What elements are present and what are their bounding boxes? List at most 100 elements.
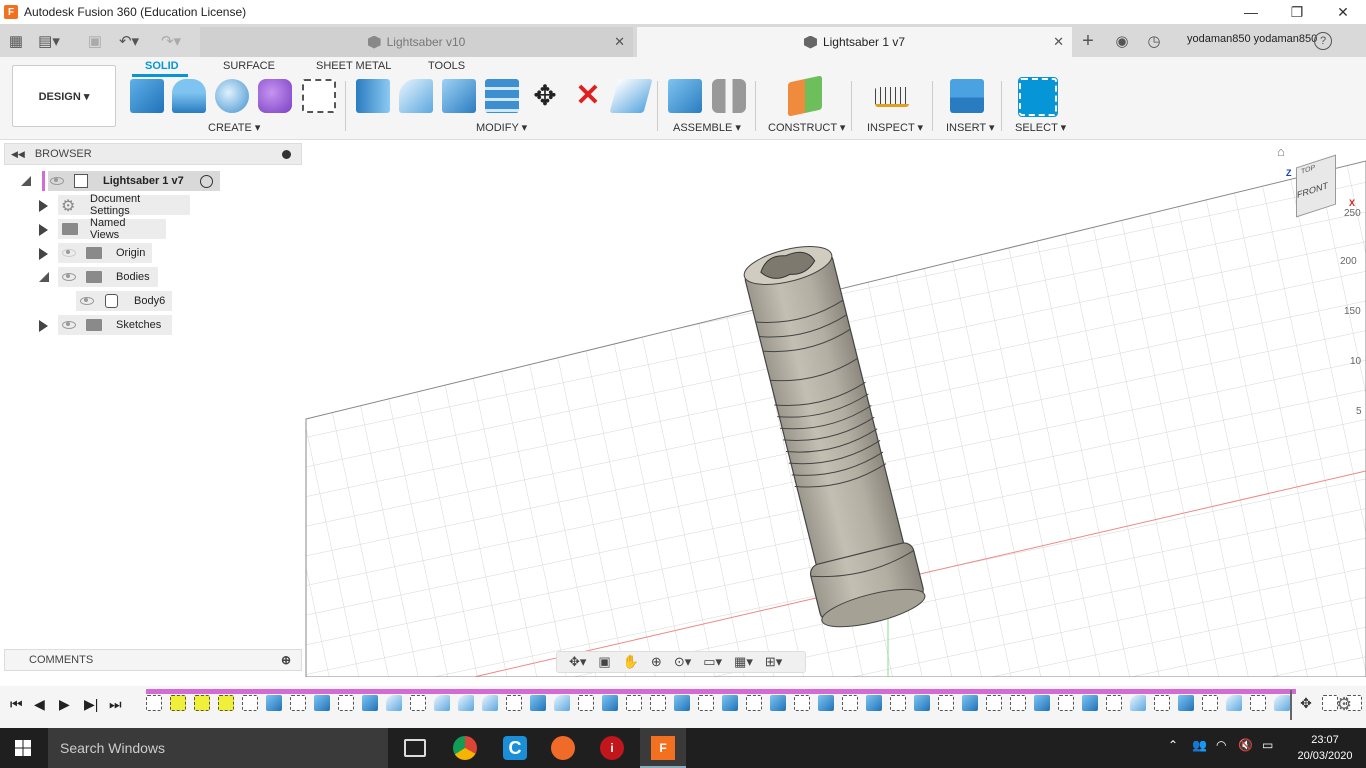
select-icon[interactable] [1018,77,1058,117]
timeline-sketch-icon[interactable] [746,695,762,711]
move-copy-icon[interactable]: ✥ [528,79,562,113]
timeline-sketch-icon[interactable] [890,695,906,711]
new-component-icon[interactable] [668,79,702,113]
create-menu[interactable]: CREATE ▾ [208,121,260,134]
tree-item-origin[interactable]: Origin [0,242,304,264]
timeline-move-icon[interactable]: ✥ [1298,695,1314,711]
timeline-fillet-icon[interactable] [554,695,570,711]
expand-triangle-icon[interactable] [39,320,49,332]
extrude-icon[interactable] [130,79,164,113]
display-settings-icon[interactable]: ▭▾ [703,654,722,670]
create-sketch-icon[interactable] [302,79,336,113]
timeline-extrude-icon[interactable] [266,695,282,711]
go-to-start-icon[interactable]: ⏮ [10,696,23,713]
timeline-fillet-icon[interactable] [434,695,450,711]
show-hidden-icons-icon[interactable]: ⌃ [1168,738,1178,752]
construct-menu[interactable]: CONSTRUCT ▾ [768,121,845,134]
taskbar-search[interactable]: Search Windows [48,728,388,768]
timeline-extrude-icon[interactable] [1034,695,1050,711]
tree-item-named-views[interactable]: Named Views [0,217,304,241]
timeline-fillet-icon[interactable] [1130,695,1146,711]
visibility-eye-icon[interactable] [62,273,76,281]
timeline-extrude-icon[interactable] [674,695,690,711]
select-menu[interactable]: SELECT ▾ [1015,121,1066,134]
close-button[interactable]: ✕ [1320,0,1366,24]
file-menu-icon[interactable]: ▤▾ [38,30,60,52]
timeline-sketch-icon[interactable] [410,695,426,711]
visibility-eye-icon[interactable] [62,321,76,329]
timeline-sketch-icon[interactable] [242,695,258,711]
taskbar-clock[interactable]: 23:07 20/03/2020 [1290,732,1360,764]
fusion-taskbar-button[interactable]: F [640,728,686,768]
timeline-sketch-icon[interactable] [938,695,954,711]
tab-lightsaber-v10[interactable]: Lightsaber v10 ✕ [200,27,633,57]
press-pull-icon[interactable] [356,79,390,113]
form-icon[interactable] [258,79,292,113]
timeline-extrude-icon[interactable] [818,695,834,711]
timeline-sketch-icon[interactable] [194,695,210,711]
revolve-icon[interactable] [172,79,206,113]
timeline-sketch-icon[interactable] [1010,695,1026,711]
tree-root[interactable]: Lightsaber 1 v7 [0,170,304,192]
timeline-settings-gear-icon[interactable]: ⚙ [1336,694,1352,715]
tree-item-body6[interactable]: Body6 [0,290,304,312]
home-view-icon[interactable]: ⌂ [1277,144,1285,159]
insert-image-icon[interactable] [950,79,984,113]
viewcube-front[interactable]: FRONT [1297,180,1328,200]
timeline-extrude-icon[interactable] [770,695,786,711]
viewcube-top[interactable]: TOP [1301,164,1315,176]
activate-radio-icon[interactable] [200,175,213,188]
timeline-sketch-icon[interactable] [218,695,234,711]
timeline-extrude-icon[interactable] [914,695,930,711]
comments-header[interactable]: COMMENTS ⊕ [4,649,302,671]
expand-triangle-icon[interactable] [39,200,49,212]
timeline-extrude-icon[interactable] [962,695,978,711]
step-forward-icon[interactable]: ▶| [84,696,98,713]
timeline-extrude-icon[interactable] [530,695,546,711]
timeline-fillet-icon[interactable] [1226,695,1242,711]
tab-close-icon[interactable]: ✕ [614,34,625,50]
orbit-icon[interactable]: ✥▾ [569,654,586,670]
play-icon[interactable]: ▶ [59,696,70,713]
measure-icon[interactable] [875,87,909,107]
timeline-fillet-icon[interactable] [1274,695,1290,711]
go-to-end-icon[interactable]: ⏭ [109,696,122,713]
timeline-sketch-icon[interactable] [1058,695,1074,711]
expand-triangle-icon[interactable] [39,248,49,260]
timeline-extrude-icon[interactable] [866,695,882,711]
timeline-sketch-icon[interactable] [1202,695,1218,711]
timeline-sketch-icon[interactable] [986,695,1002,711]
timeline-marker[interactable] [1290,690,1298,720]
tab-sheet-metal[interactable]: SHEET METAL [316,60,391,72]
expand-triangle-icon[interactable] [39,224,49,236]
add-comment-icon[interactable]: ⊕ [281,653,291,667]
tree-item-sketches[interactable]: Sketches [0,314,304,336]
timeline-extrude-icon[interactable] [722,695,738,711]
tab-solid[interactable]: SOLID [145,60,179,72]
wifi-icon[interactable]: ◠ [1216,738,1226,752]
people-icon[interactable]: 👥 [1192,738,1207,752]
collapse-triangle-icon[interactable] [39,272,49,282]
help-icon[interactable]: ? [1314,32,1332,50]
workspace-switcher[interactable]: DESIGN ▾ [12,65,116,127]
tree-item-bodies[interactable]: Bodies [0,266,304,288]
timeline-sketch-icon[interactable] [506,695,522,711]
user-account[interactable]: yodaman850 yodaman850 [1187,33,1317,45]
fillet-icon[interactable] [399,79,433,113]
split-body-icon[interactable] [609,79,653,113]
zoom-icon[interactable]: ⊕ [651,654,662,670]
timeline-extrude-icon[interactable] [1178,695,1194,711]
expand-triangle-icon[interactable] [21,176,31,186]
timeline-sketch-icon[interactable] [1250,695,1266,711]
tab-tools[interactable]: TOOLS [428,60,465,72]
browser-header[interactable]: ◀◀ BROWSER [4,143,302,165]
cortana-app-icon[interactable]: C [503,736,527,760]
job-status-icon[interactable]: ◉ [1111,30,1133,52]
timeline-sketch-icon[interactable] [290,695,306,711]
hole-icon[interactable] [215,79,249,113]
tab-lightsaber-1-v7[interactable]: Lightsaber 1 v7 ✕ [637,27,1072,57]
timeline-fillet-icon[interactable] [482,695,498,711]
delete-icon[interactable]: ✕ [571,79,605,113]
timeline-fillet-icon[interactable] [458,695,474,711]
save-icon[interactable]: ▣ [84,30,106,52]
